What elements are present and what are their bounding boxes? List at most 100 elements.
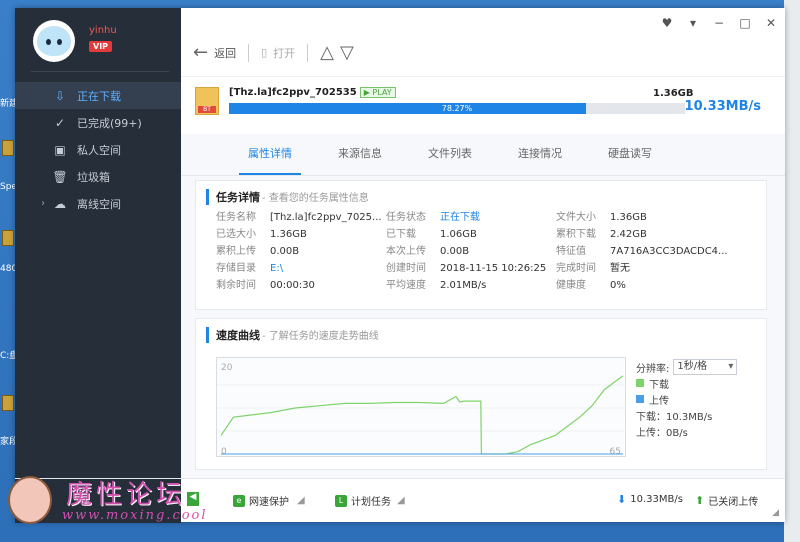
speed-chart-svg: 20 0 65 [217,363,627,457]
sidebar-item-downloading[interactable]: ⇩ 正在下载 [15,82,187,109]
status-download-speed-value: 10.33MB/s [630,494,683,505]
maximize-icon[interactable]: □ [739,16,751,30]
sidebar-item-label: 已完成(99+) [77,116,142,130]
open-file-icon[interactable]: ▯ [261,46,267,59]
x-tick-label: 65 [610,447,621,457]
legend-swatch-download [636,379,644,387]
y-tick-label: 20 [221,363,233,373]
back-button[interactable]: 返回 [214,45,236,61]
tab-properties[interactable]: 属性详情 [225,134,315,175]
vip-badge: VIP [89,41,113,52]
detail-key: 累积上传 [216,246,256,257]
sidebar-item-label: 私人空间 [77,143,121,157]
upload-toggle[interactable]: ⬆ 已关闭上传 [695,493,758,508]
bt-file-icon: BT [195,87,219,115]
lock-icon: ▣ [54,142,66,157]
status-download-speed: ⬇ 10.33MB/s [617,493,683,506]
sidebar-item-offline-space[interactable]: › ☁ 离线空间 [15,190,181,217]
move-up-icon[interactable]: △ [320,42,334,63]
detail-value: 2.42GB [610,229,647,240]
play-label: PLAY [372,88,392,97]
move-down-icon[interactable]: ▽ [340,42,354,63]
download-speed: 10.33MB/s [684,99,761,114]
detail-key: 创建时间 [386,263,426,274]
menu-icon[interactable]: ▾ [687,16,699,30]
sidebar-nav: ⇩ 正在下载 ✓ 已完成(99+) ▣ 私人空间 🗑 垃圾箱 › ☁ 离线空间 [15,82,187,217]
close-icon[interactable]: ✕ [765,16,777,30]
detail-field: 累积下载 2.42GB [556,228,756,242]
resolution-select[interactable]: 1秒/格 [673,359,738,375]
check-circle-icon: ✓ [54,115,66,130]
title-bar: ♥ ▾ − □ ✕ [181,8,785,38]
desktop-file-icon[interactable] [2,230,14,246]
tab-source-info[interactable]: 来源信息 [315,134,405,175]
detail-value: 2018-11-15 10:26:25 [440,263,547,274]
section-subtitle: - 了解任务的速度走势曲线 [262,331,379,342]
legend-upload: 上传 [636,391,737,407]
tab-bar: 属性详情 来源信息 文件列表 连接情况 硬盘读写 [181,134,785,176]
progress-bar: 78.27% [229,103,685,114]
section-title: 速度曲线 - 了解任务的速度走势曲线 [206,327,379,343]
arrow-up-icon: ⬆ [695,494,705,507]
download-task-row[interactable]: BT [Thz.la]fc2ppv_702535 ▶ PLAY 1.36GB 78… [181,76,785,132]
detail-value: 正在下载 [440,212,480,223]
progress-text: 78.27% [441,104,473,113]
sidebar-item-private-space[interactable]: ▣ 私人空间 [15,136,181,163]
detail-value[interactable]: E:\ [270,262,283,276]
detail-field: 完成时间 暂无 [556,262,756,276]
upload-readout: 上传：0B/s [636,427,688,439]
scheduled-task-label: 计划任务 [351,497,391,508]
speed-protection-button[interactable]: e 网速保护 ◢ [233,493,305,508]
detail-field: 本次上传 0.00B [386,245,556,259]
tab-file-list[interactable]: 文件列表 [405,134,495,175]
desktop-file-icon[interactable] [2,140,14,156]
cloud-icon: ☁ [54,196,66,211]
status-bar: ◀ e 网速保护 ◢ L 计划任务 ◢ ⬇ 10.33MB/s ⬆ 已关闭上传 … [15,478,785,523]
resolution-row: 分辨率: 1秒/格 [636,359,738,375]
back-arrow-icon[interactable]: ← [193,42,208,63]
detail-key: 任务名称 [216,212,256,223]
download-icon: ⇩ [54,88,66,103]
chevron-right-icon[interactable]: › [41,198,45,209]
task-size: 1.36GB [653,88,694,99]
speed-chart: 20 0 65 [216,357,627,457]
arrow-down-icon: ⬇ [617,493,627,506]
main-panel: ♥ ▾ − □ ✕ ← 返回 ▯ 打开 △ ▽ BT [Thz.la]fc2pp… [181,8,785,478]
detail-key: 已下载 [386,229,416,240]
sidebar-divider [31,71,169,72]
tab-disk-io[interactable]: 硬盘读写 [585,134,675,175]
detail-key: 文件大小 [556,212,596,223]
section-title: 任务详情 - 查看您的任务属性信息 [206,189,369,205]
username[interactable]: yinhu [89,25,117,36]
resize-grip-icon[interactable]: ◢ [772,508,779,518]
background-window-edge [784,0,800,542]
open-button[interactable]: 打开 [273,45,295,61]
collapse-arrow-icon[interactable]: ◀ [187,492,199,506]
detail-field: 创建时间 2018-11-15 10:26:25 [386,262,556,276]
detail-value: 0.00B [270,246,300,257]
sidebar-item-trash[interactable]: 🗑 垃圾箱 [15,163,181,190]
detail-field: 已选大小 1.36GB [216,228,386,242]
shield-icon: e [233,494,245,507]
download-readout: 下载：10.3MB/s [636,411,713,423]
scheduled-task-button[interactable]: L 计划任务 ◢ [335,493,405,508]
detail-value: 2.01MB/s [440,280,487,291]
play-button[interactable]: ▶ PLAY [359,87,396,98]
avatar[interactable] [33,20,75,62]
chart-legend: 分辨率: 1秒/格 下载 上传 下载：10.3MB/s 上传：0B/s [636,359,738,439]
detail-key: 存储目录 [216,263,256,274]
tab-connections[interactable]: 连接情况 [495,134,585,175]
desktop-file-icon[interactable] [2,395,14,411]
legend-label: 下载 [649,379,669,391]
details-grid: 任务名称 [Thz.la]fc2ppv_7025... 任务状态 正在下载 文件大小 1.… [216,211,756,293]
sidebar-item-label: 正在下载 [77,89,121,103]
bt-badge: BT [198,106,216,113]
detail-key: 平均速度 [386,280,426,291]
detail-field: 任务名称 [Thz.la]fc2ppv_7025... [216,211,386,225]
toolbar: ← 返回 ▯ 打开 △ ▽ [193,42,354,63]
detail-field: 已下载 1.06GB [386,228,556,242]
sidebar-item-completed[interactable]: ✓ 已完成(99+) [15,109,181,136]
minimize-icon[interactable]: − [713,16,725,30]
detail-field: 剩余时间 00:00:30 [216,279,386,293]
skin-icon[interactable]: ♥ [661,16,673,30]
